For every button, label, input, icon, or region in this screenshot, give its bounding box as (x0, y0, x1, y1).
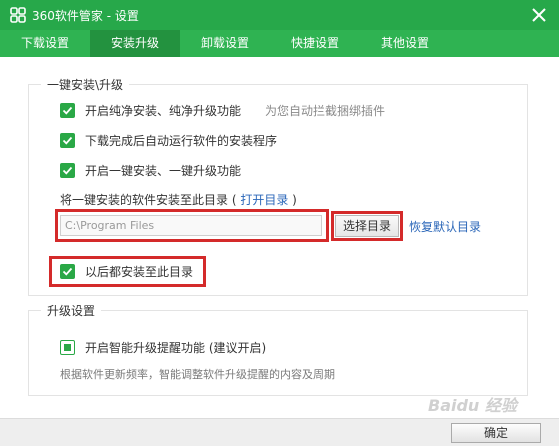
app-logo-icon (10, 7, 26, 23)
watermark: Baidu 经验 (428, 396, 517, 415)
window-title: 360软件管家 - 设置 (32, 9, 139, 23)
restore-default-dir-link[interactable]: 恢复默认目录 (409, 218, 481, 235)
auto-run-installer-label: 下载完成后自动运行软件的安装程序 (85, 133, 278, 148)
check-icon (62, 267, 73, 276)
check-icon (62, 166, 73, 175)
check-icon (62, 106, 73, 115)
pure-install-option: 开启纯净安装、纯净升级功能 为您自动拦截捆绑插件 (60, 101, 385, 119)
title-bar: 360软件管家 - 设置 (0, 0, 559, 30)
auto-run-installer-option: 下载完成后自动运行软件的安装程序 (60, 131, 277, 149)
open-dir-link[interactable]: 打开目录 (240, 193, 288, 207)
choose-dir-button[interactable]: 选择目录 (335, 215, 399, 237)
always-install-here-label: 以后都安装至此目录 (85, 264, 194, 279)
check-icon (62, 136, 73, 145)
group-title-one-click: 一键安装\升级 (41, 76, 130, 93)
tab-bar: 下载设置 安装升级 卸载设置 快捷设置 其他设置 (0, 30, 559, 57)
tab-install-upgrade[interactable]: 安装升级 (90, 30, 180, 57)
smart-upgrade-option: 开启智能升级提醒功能 (建议开启) (60, 338, 266, 356)
pure-install-checkbox[interactable] (60, 102, 75, 118)
ok-button[interactable]: 确定 (451, 423, 541, 443)
close-icon[interactable] (527, 3, 551, 27)
tab-uninstall-settings[interactable]: 卸载设置 (180, 30, 270, 57)
install-path-input[interactable] (60, 215, 322, 236)
one-click-label: 开启一键安装、一键升级功能 (85, 163, 242, 178)
smart-upgrade-checkbox[interactable] (60, 339, 75, 355)
smart-upgrade-description: 根据软件更新频率，智能调整软件升级提醒的内容及周期 (60, 368, 335, 381)
pure-install-hint: 为您自动拦截捆绑插件 (265, 103, 386, 118)
install-dir-label-suffix: ) (292, 193, 297, 207)
group-title-upgrade: 升级设置 (41, 302, 102, 319)
pure-install-label: 开启纯净安装、纯净升级功能 (85, 103, 242, 118)
install-dir-label-prefix: 将一键安装的软件安装至此目录 ( (60, 193, 237, 207)
smart-upgrade-label: 开启智能升级提醒功能 (建议开启) (85, 340, 267, 355)
tab-shortcut-settings[interactable]: 快捷设置 (270, 30, 360, 57)
always-install-here-checkbox[interactable] (60, 263, 75, 279)
one-click-checkbox[interactable] (60, 162, 75, 178)
tab-other-settings[interactable]: 其他设置 (360, 30, 450, 57)
checkbox-fill-icon (64, 343, 71, 351)
install-dir-label: 将一键安装的软件安装至此目录 ( 打开目录 ) (60, 191, 297, 208)
always-install-here-option: 以后都安装至此目录 (60, 262, 193, 280)
one-click-option: 开启一键安装、一键升级功能 (60, 161, 241, 179)
auto-run-installer-checkbox[interactable] (60, 132, 75, 148)
tab-download-settings[interactable]: 下载设置 (0, 30, 90, 57)
